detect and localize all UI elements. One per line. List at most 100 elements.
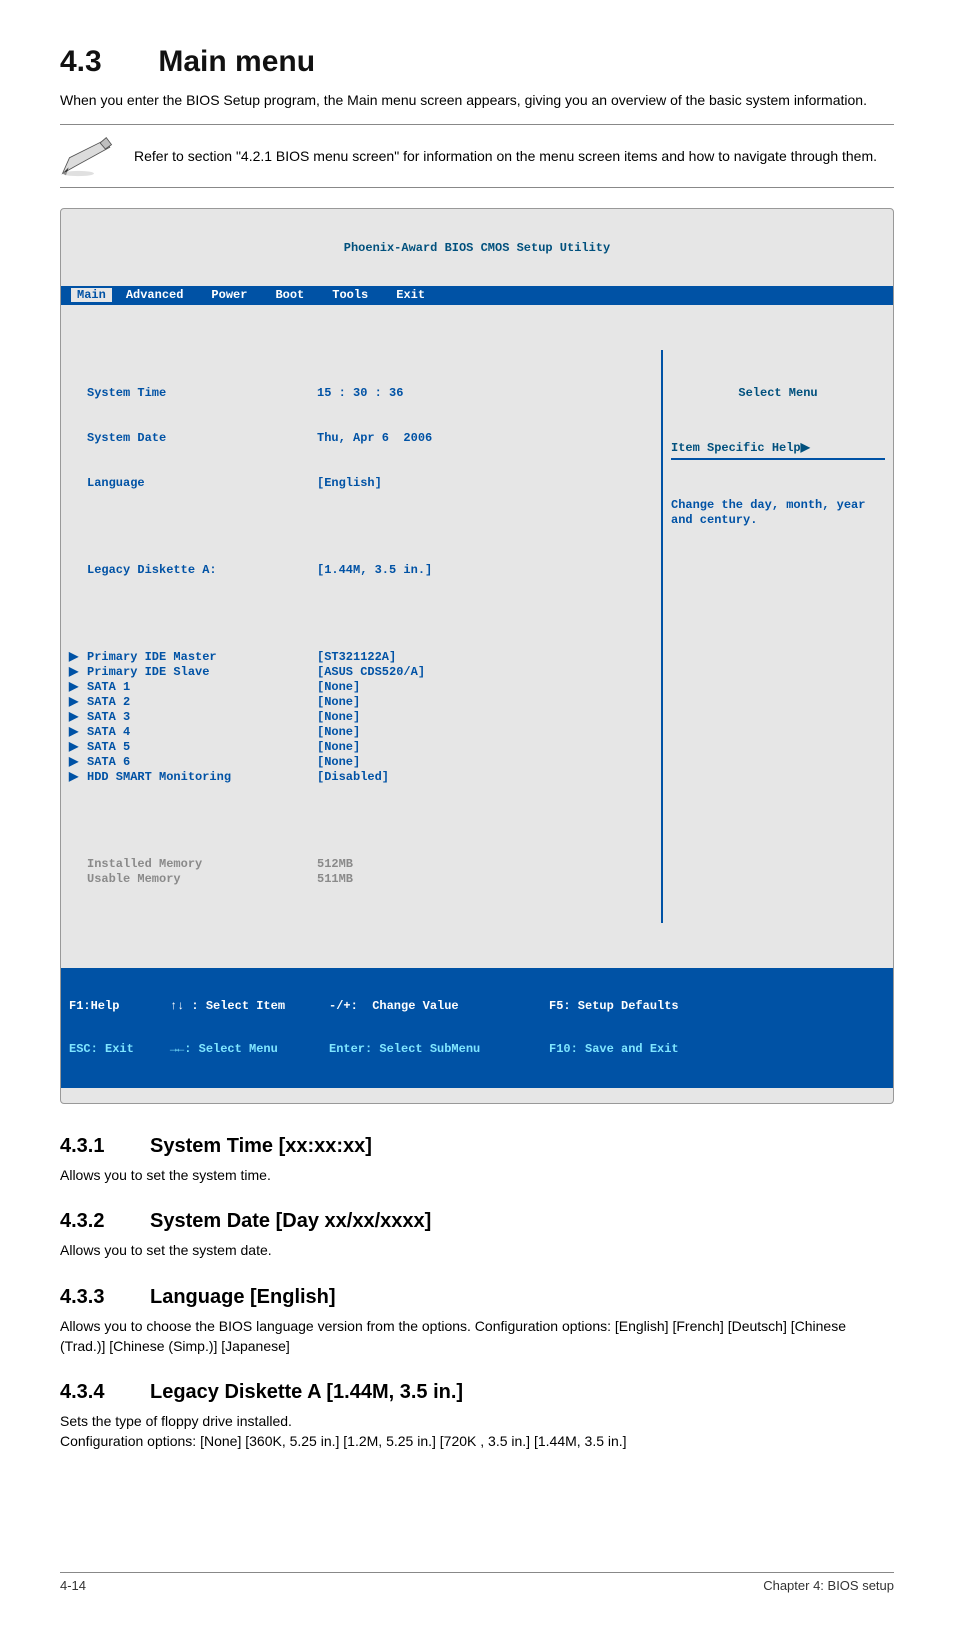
- pencil-icon: [60, 135, 114, 177]
- bios-submenu-label: Primary IDE Slave: [87, 665, 317, 680]
- bios-footer-hints: F1:Help ↑↓ : Select Item -/+: Change Val…: [61, 968, 893, 1088]
- subsection-number: 4.3.4: [60, 1378, 150, 1407]
- bios-legacy-value: [1.44M, 3.5 in.]: [317, 563, 432, 578]
- bios-submenu-label: Primary IDE Master: [87, 650, 317, 665]
- bios-info-value: 511MB: [317, 872, 353, 887]
- bios-footer-l2-mid: Enter: Select SubMenu: [329, 1042, 549, 1056]
- subsection-title: Language [English]: [150, 1286, 336, 1308]
- subsection-body: Allows you to set the system date.: [60, 1240, 894, 1260]
- bios-language-label: Language: [87, 476, 317, 491]
- section-intro: When you enter the BIOS Setup program, t…: [60, 90, 894, 110]
- bios-footer-l1-right: F5: Setup Defaults: [549, 999, 679, 1013]
- subsection-number: 4.3.3: [60, 1283, 150, 1312]
- bios-footer-l1-mid: -/+: Change Value: [329, 999, 549, 1013]
- bios-submenu-value: [None]: [317, 740, 360, 755]
- bios-submenu-value: [Disabled]: [317, 770, 389, 785]
- section-title-text: Main menu: [158, 45, 315, 78]
- bios-submenu-row[interactable]: ▶HDD SMART Monitoring[Disabled]: [69, 770, 653, 785]
- bios-language-value: [English]: [317, 476, 382, 491]
- bios-left-pane: System Time 15 : 30 : 36 System Date Thu…: [61, 350, 663, 923]
- bios-info-value: 512MB: [317, 857, 353, 872]
- subsection-body: Allows you to choose the BIOS language v…: [60, 1316, 894, 1357]
- bios-submenu-value: [None]: [317, 680, 360, 695]
- bios-menu-exit[interactable]: Exit: [396, 288, 425, 303]
- bios-submenu-value: [None]: [317, 695, 360, 710]
- bios-submenu-row[interactable]: ▶Primary IDE Master[ST321122A]: [69, 650, 653, 665]
- bios-system-date-label: System Date: [87, 431, 317, 446]
- bios-menu-bar: Main Advanced Power Boot Tools Exit: [61, 286, 893, 305]
- bios-legacy-label: Legacy Diskette A:: [87, 563, 317, 578]
- play-icon: ▶: [801, 441, 810, 455]
- bios-submenu-row[interactable]: ▶SATA 4[None]: [69, 725, 653, 740]
- bios-submenu-row[interactable]: ▶SATA 3[None]: [69, 710, 653, 725]
- subsection-title: Legacy Diskette A [1.44M, 3.5 in.]: [150, 1381, 463, 1403]
- chapter-label: Chapter 4: BIOS setup: [763, 1577, 894, 1596]
- subsection-heading: 4.3.2System Date [Day xx/xx/xxxx]: [60, 1207, 894, 1236]
- bios-submenu-value: [ST321122A]: [317, 650, 396, 665]
- bios-submenu-row[interactable]: ▶SATA 6[None]: [69, 755, 653, 770]
- bios-item-specific-help: Item Specific Help▶: [671, 441, 885, 460]
- subsection-number: 4.3.1: [60, 1132, 150, 1161]
- triangle-icon: ▶: [69, 680, 87, 695]
- bios-submenu-label: HDD SMART Monitoring: [87, 770, 317, 785]
- bios-system-time-label: System Time: [87, 386, 317, 401]
- subsection-title: System Time [xx:xx:xx]: [150, 1135, 372, 1157]
- triangle-icon: ▶: [69, 710, 87, 725]
- bios-submenu-row[interactable]: ▶SATA 5[None]: [69, 740, 653, 755]
- bios-row-system-time[interactable]: System Time 15 : 30 : 36: [69, 386, 653, 401]
- subsection-body: Allows you to set the system time.: [60, 1165, 894, 1185]
- page-footer: 4-14 Chapter 4: BIOS setup: [60, 1572, 894, 1596]
- bios-footer-l2-left: ESC: Exit →←: Select Menu: [69, 1042, 329, 1056]
- bios-body: System Time 15 : 30 : 36 System Date Thu…: [61, 350, 893, 923]
- triangle-icon: ▶: [69, 755, 87, 770]
- bios-footer-l1-left: F1:Help ↑↓ : Select Item: [69, 999, 329, 1013]
- subsection-title: System Date [Day xx/xx/xxxx]: [150, 1210, 431, 1232]
- triangle-icon: ▶: [69, 770, 87, 785]
- bios-submenu-row[interactable]: ▶Primary IDE Slave[ASUS CDS520/A]: [69, 665, 653, 680]
- page-number: 4-14: [60, 1577, 86, 1596]
- bios-menu-power[interactable]: Power: [211, 288, 247, 303]
- bios-submenu-value: [ASUS CDS520/A]: [317, 665, 425, 680]
- bios-row-language[interactable]: Language [English]: [69, 476, 653, 491]
- bios-info-label: Installed Memory: [87, 857, 317, 872]
- section-heading: 4.3 Main menu: [60, 40, 894, 84]
- note-callout: Refer to section "4.2.1 BIOS menu screen…: [60, 124, 894, 188]
- bios-screenshot: Phoenix-Award BIOS CMOS Setup Utility Ma…: [60, 208, 894, 1104]
- bios-submenu-value: [None]: [317, 755, 360, 770]
- bios-menu-advanced[interactable]: Advanced: [126, 288, 184, 303]
- bios-row-system-date[interactable]: System Date Thu, Apr 6 2006: [69, 431, 653, 446]
- bios-row-legacy-diskette[interactable]: Legacy Diskette A: [1.44M, 3.5 in.]: [69, 563, 653, 578]
- bios-submenu-label: SATA 4: [87, 725, 317, 740]
- note-text: Refer to section "4.2.1 BIOS menu screen…: [134, 146, 894, 166]
- bios-submenu-label: SATA 5: [87, 740, 317, 755]
- subsection-number: 4.3.2: [60, 1207, 150, 1236]
- bios-submenu-row[interactable]: ▶SATA 1[None]: [69, 680, 653, 695]
- subsection-heading: 4.3.3Language [English]: [60, 1283, 894, 1312]
- bios-submenu-label: SATA 1: [87, 680, 317, 695]
- triangle-icon: ▶: [69, 650, 87, 665]
- triangle-icon: ▶: [69, 665, 87, 680]
- triangle-icon: ▶: [69, 740, 87, 755]
- bios-menu-boot[interactable]: Boot: [275, 288, 304, 303]
- triangle-icon: ▶: [69, 725, 87, 740]
- bios-menu-tools[interactable]: Tools: [332, 288, 368, 303]
- bios-menu-main[interactable]: Main: [71, 288, 112, 302]
- bios-help-body: Change the day, month, year and century.: [671, 498, 885, 528]
- bios-submenu-label: SATA 2: [87, 695, 317, 710]
- triangle-icon: ▶: [69, 695, 87, 710]
- bios-submenu-label: SATA 3: [87, 710, 317, 725]
- bios-right-pane: Select Menu Item Specific Help▶ Change t…: [663, 350, 893, 923]
- bios-system-date-value: Thu, Apr 6 2006: [317, 431, 432, 446]
- bios-submenu-value: [None]: [317, 710, 360, 725]
- bios-submenu-value: [None]: [317, 725, 360, 740]
- bios-submenu-label: SATA 6: [87, 755, 317, 770]
- bios-info-label: Usable Memory: [87, 872, 317, 887]
- bios-submenu-row[interactable]: ▶SATA 2[None]: [69, 695, 653, 710]
- bios-util-title: Phoenix-Award BIOS CMOS Setup Utility: [61, 239, 893, 256]
- subsection-body: Sets the type of floppy drive installed.…: [60, 1411, 894, 1452]
- subsection-heading: 4.3.1System Time [xx:xx:xx]: [60, 1132, 894, 1161]
- bios-info-row: Usable Memory511MB: [69, 872, 653, 887]
- subsection-heading: 4.3.4Legacy Diskette A [1.44M, 3.5 in.]: [60, 1378, 894, 1407]
- bios-footer-l2-right: F10: Save and Exit: [549, 1042, 679, 1056]
- bios-system-time-value: 15 : 30 : 36: [317, 386, 403, 401]
